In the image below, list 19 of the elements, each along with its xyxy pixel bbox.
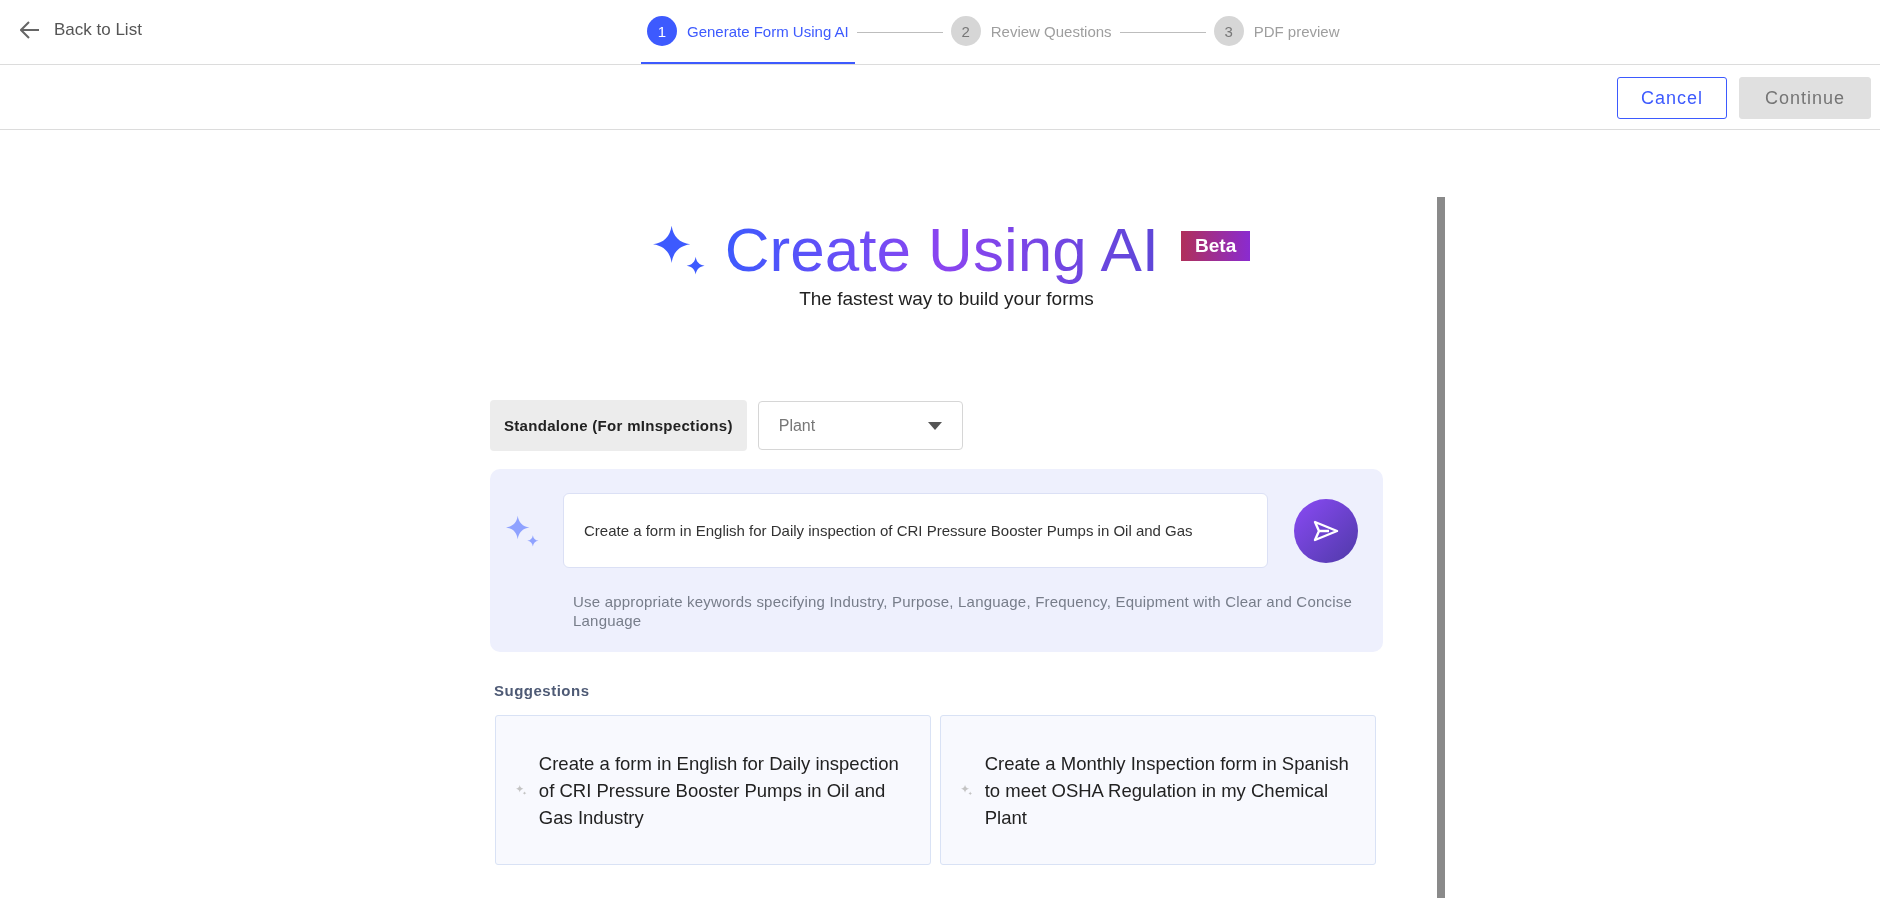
prompt-field[interactable]: Create a form in English for Daily inspection of CRI Pressure Booster Pumps in Oil and Gas xyxy=(563,493,1268,568)
prompt-hint: Use appropriate keywords specifying Industry, Purpose, Language, Frequency, Equipment with Clear and Concise Language xyxy=(572,592,1353,630)
cancel-button[interactable]: Cancel xyxy=(1617,77,1727,119)
subtitle: The fastest way to build your forms xyxy=(798,288,1095,310)
beta-badge: Beta xyxy=(1181,231,1251,261)
suggestions-heading: Suggestions xyxy=(494,682,591,699)
category-dropdown[interactable]: Plant xyxy=(757,401,963,450)
step-tab[interactable]: 3 PDF preview xyxy=(1207,0,1346,64)
back-link[interactable]: Back to List xyxy=(0,0,641,60)
scrollbar[interactable] xyxy=(1437,197,1445,898)
suggestion-card[interactable]: Create a Monthly Inspection form in Spanish to meet OSHA Regulation in my Chemical Plant xyxy=(940,715,1376,865)
suggestion-card[interactable]: Create a form in English for Daily inspection of CRI Pressure Booster Pumps in Oil and Gas Industry xyxy=(495,715,931,865)
caret-icon xyxy=(927,421,942,430)
sparkle-icon xyxy=(652,223,707,277)
step-tab[interactable]: 2 Review Questions xyxy=(944,0,1118,64)
step-tab[interactable]: 1 Generate Form Using AI xyxy=(641,0,855,64)
form-type-chip: Standalone (For mInspections) xyxy=(490,400,747,451)
back-arrow-icon xyxy=(20,21,40,39)
send-icon xyxy=(1312,519,1339,542)
